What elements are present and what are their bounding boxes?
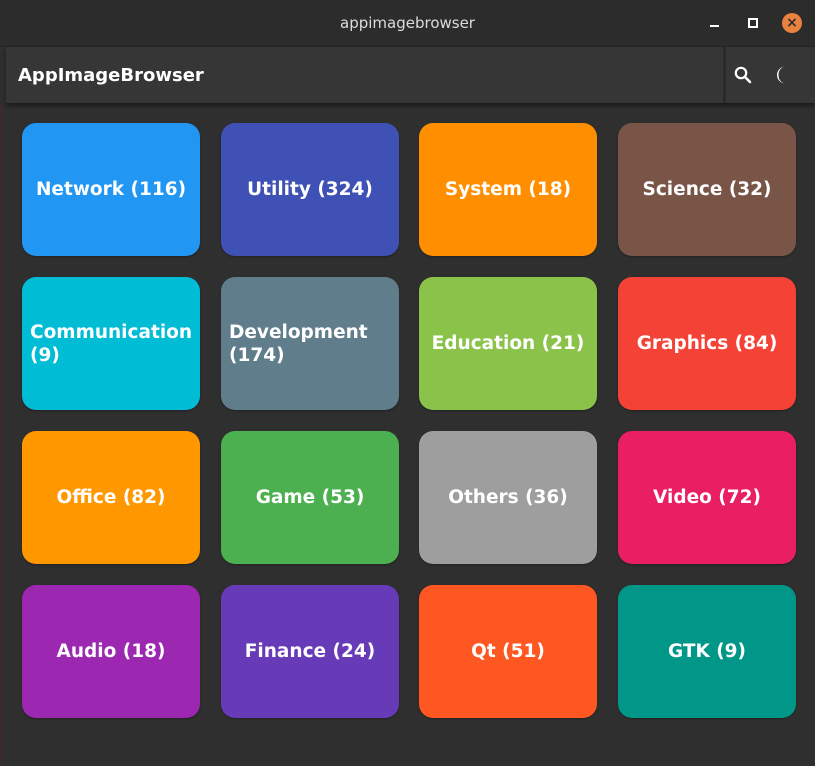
category-tile-development[interactable]: Development (174) [221,277,399,410]
category-tile-utility[interactable]: Utility (324) [221,123,399,256]
category-tile-audio[interactable]: Audio (18) [22,585,200,718]
appbar-divider [723,47,726,103]
category-label: Graphics (84) [636,333,778,354]
theme-toggle-button[interactable] [767,59,799,91]
minimize-icon [709,25,719,27]
window-edge [0,103,2,766]
category-tile-others[interactable]: Others (36) [419,431,597,564]
category-label: System (18) [444,179,572,200]
window-titlebar[interactable]: appimagebrowser × [0,0,815,47]
category-tile-science[interactable]: Science (32) [618,123,796,256]
moon-icon [777,66,786,84]
category-label: Office (82) [56,487,166,508]
category-tile-game[interactable]: Game (53) [221,431,399,564]
category-label: Others (36) [448,487,568,508]
category-label: Science (32) [642,179,772,200]
category-tile-gtk[interactable]: GTK (9) [618,585,796,718]
category-tile-network[interactable]: Network (116) [22,123,200,256]
app-window: appimagebrowser × AppImageBrowser Networ… [0,0,815,766]
category-label: Communication (9) [30,321,193,366]
category-tile-qt[interactable]: Qt (51) [419,585,597,718]
search-button[interactable] [727,59,759,91]
category-label: Qt (51) [471,641,545,662]
category-label: Video (72) [653,487,761,508]
category-label: Education (21) [431,333,585,354]
category-tile-video[interactable]: Video (72) [618,431,796,564]
search-icon [734,66,752,84]
category-label: Utility (324) [247,179,373,200]
close-button[interactable]: × [782,13,802,33]
category-tile-communication[interactable]: Communication (9) [22,277,200,410]
category-label: Game (53) [255,487,365,508]
category-tile-finance[interactable]: Finance (24) [221,585,399,718]
app-title: AppImageBrowser [18,65,204,86]
category-label: Development (174) [229,321,368,366]
category-tile-graphics[interactable]: Graphics (84) [618,277,796,410]
category-tile-system[interactable]: System (18) [419,123,597,256]
category-label: Network (116) [35,179,187,200]
app-bar: AppImageBrowser [6,47,815,103]
category-tile-education[interactable]: Education (21) [419,277,597,410]
category-label: Finance (24) [244,641,376,662]
category-label: Audio (18) [56,641,166,662]
minimize-button[interactable] [704,13,724,33]
window-title: appimagebrowser [340,14,475,32]
maximize-icon [748,18,758,28]
category-tile-office[interactable]: Office (82) [22,431,200,564]
category-label: GTK (9) [667,641,747,662]
maximize-button[interactable] [743,13,763,33]
close-icon: × [786,15,798,31]
